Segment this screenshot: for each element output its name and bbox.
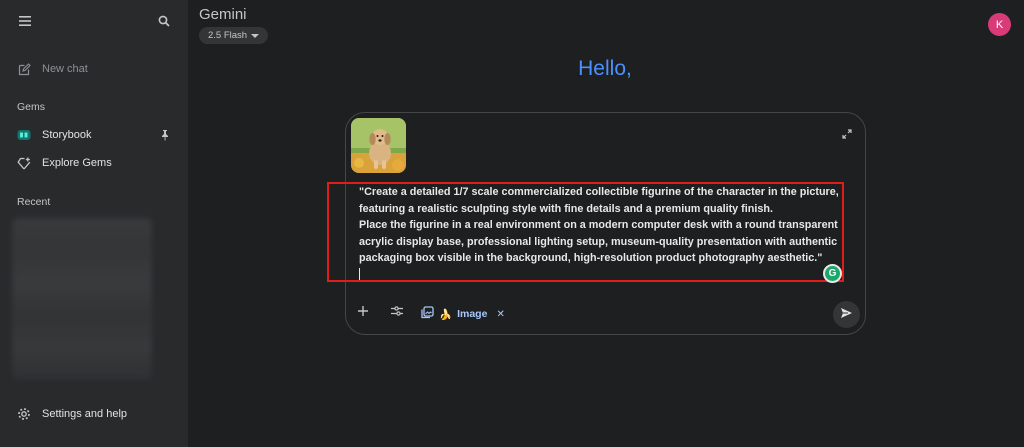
app-title: Gemini [199, 6, 247, 23]
storybook-label: Storybook [42, 129, 92, 141]
settings-label: Settings and help [42, 408, 128, 420]
prompt-composer: "Create a detailed 1/7 scale commerciali… [327, 112, 866, 335]
model-label: 2.5 Flash [208, 30, 248, 41]
highlight-box [327, 182, 844, 282]
avatar[interactable]: K [988, 13, 1011, 36]
add-button[interactable] [356, 306, 370, 320]
gems-heading: Gems [17, 101, 46, 113]
gear-icon [17, 407, 31, 421]
search-icon[interactable] [155, 12, 173, 30]
grammarly-icon[interactable]: G [823, 264, 842, 283]
recent-list-blurred [12, 218, 152, 380]
chevron-down-icon [251, 33, 260, 38]
image-tool-chip[interactable]: 🍌 Image ✕ [421, 306, 505, 322]
tools-button[interactable] [390, 306, 404, 320]
sliders-icon [390, 304, 404, 322]
gem-plus-icon [17, 156, 31, 170]
plus-icon [357, 304, 369, 322]
close-icon[interactable]: ✕ [496, 309, 504, 320]
send-button[interactable] [833, 301, 860, 328]
image-gallery-icon [421, 306, 434, 322]
storybook-icon [17, 128, 31, 142]
recent-heading: Recent [17, 196, 51, 208]
settings-and-help-button[interactable]: Settings and help [0, 402, 188, 426]
menu-icon[interactable] [16, 12, 34, 30]
gem-storybook[interactable]: Storybook [0, 123, 188, 147]
explore-gems-label: Explore Gems [42, 157, 112, 169]
explore-gems-button[interactable]: Explore Gems [0, 151, 188, 175]
greeting: Hello, [578, 57, 632, 80]
image-tool-label: Image [457, 308, 488, 320]
model-selector[interactable]: 2.5 Flash [199, 27, 269, 44]
dog-photo-thumbnail[interactable] [351, 118, 406, 173]
banana-icon: 🍌 [439, 308, 453, 321]
pin-icon[interactable] [160, 129, 170, 141]
expand-icon[interactable] [842, 126, 852, 139]
send-icon [840, 306, 853, 324]
